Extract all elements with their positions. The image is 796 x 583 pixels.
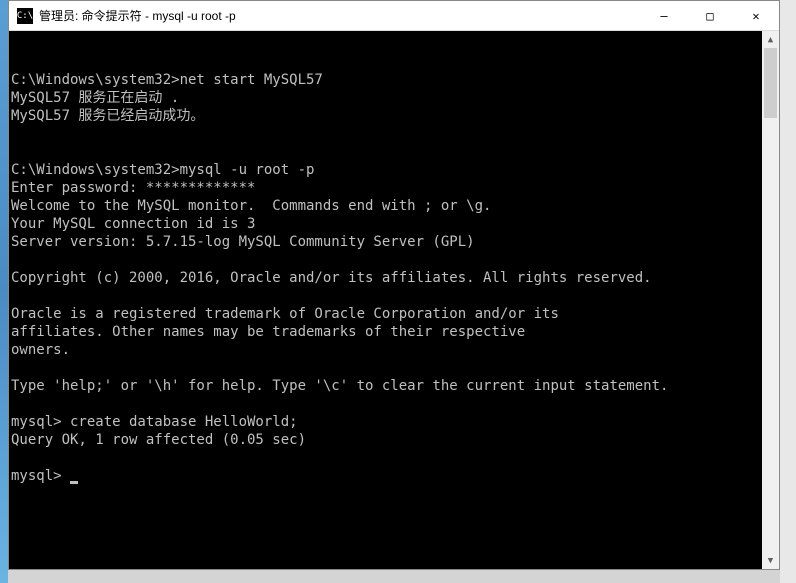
terminal-area: C:\Windows\system32>net start MySQL57 My… <box>9 31 779 569</box>
app-icon: C:\ <box>17 8 33 24</box>
scrollbar-thumb[interactable] <box>764 48 777 118</box>
scroll-up-button[interactable]: ▲ <box>762 31 779 48</box>
vertical-scrollbar[interactable]: ▲ ▼ <box>762 31 779 569</box>
cursor <box>70 481 78 484</box>
minimize-button[interactable]: — <box>641 1 687 30</box>
scroll-down-button[interactable]: ▼ <box>762 552 779 569</box>
terminal-output[interactable]: C:\Windows\system32>net start MySQL57 My… <box>9 31 762 569</box>
scrollbar-track[interactable] <box>762 48 779 552</box>
maximize-button[interactable]: □ <box>687 1 733 30</box>
window-title: 管理员: 命令提示符 - mysql -u root -p <box>39 7 641 24</box>
desktop-left-edge <box>0 0 8 583</box>
window-controls: — □ ✕ <box>641 1 779 30</box>
titlebar[interactable]: C:\ 管理员: 命令提示符 - mysql -u root -p — □ ✕ <box>9 1 779 31</box>
desktop-right-edge <box>780 0 796 583</box>
close-button[interactable]: ✕ <box>733 1 779 30</box>
cmd-window: C:\ 管理员: 命令提示符 - mysql -u root -p — □ ✕ … <box>8 0 780 570</box>
